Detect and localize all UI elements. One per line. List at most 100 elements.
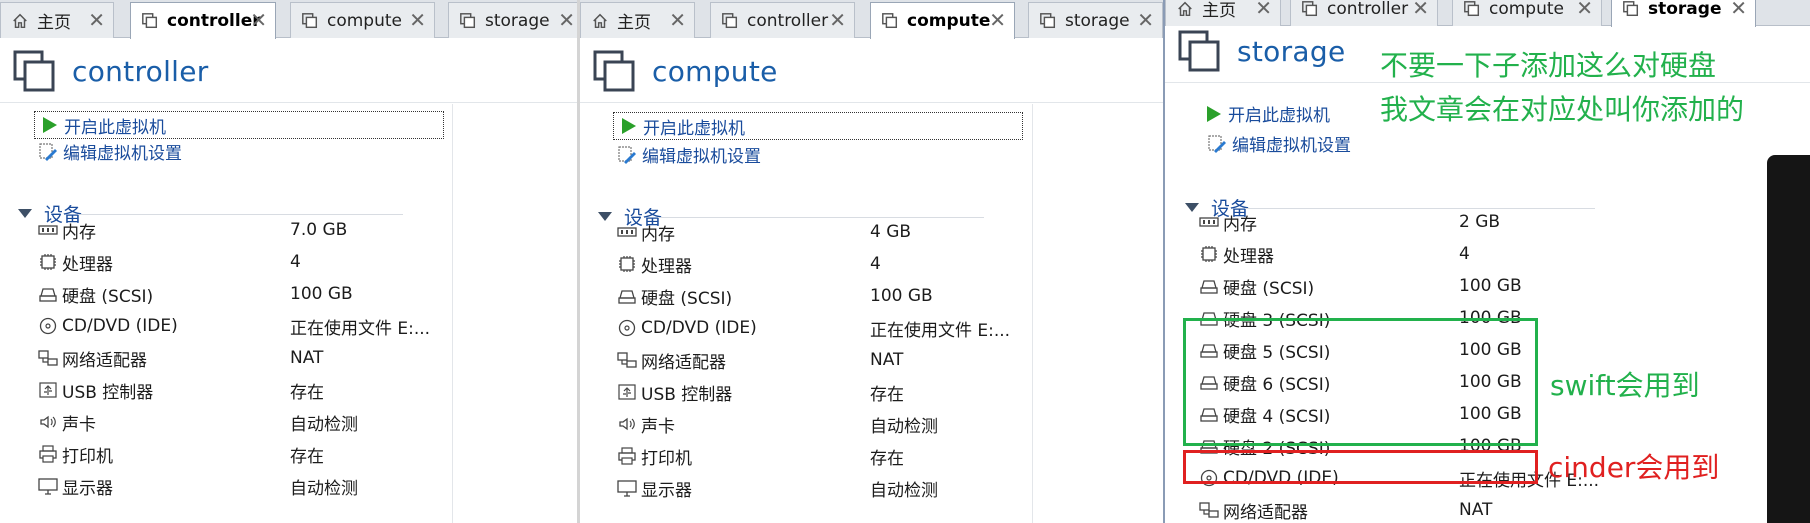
close-icon[interactable]: ✕ [829,10,846,30]
device-row[interactable]: USB 控制器 存在 [38,376,440,404]
tab-label: controller [1327,0,1409,19]
annotation-cinder: cinder会用到 [1548,451,1720,484]
power-on-button[interactable]: 开启此虚拟机 [1203,101,1330,126]
device-name: 显示器 [641,480,692,501]
vm-tab-icon [141,12,159,30]
home-icon [1176,0,1194,18]
device-name: 显示器 [62,478,113,499]
close-icon[interactable]: ✕ [1730,0,1747,18]
tab-storage[interactable]: storage ✕ [448,2,577,38]
device-row[interactable]: 处理器 4 [617,250,1020,278]
close-icon[interactable]: ✕ [88,10,105,30]
device-name: 处理器 [641,256,692,277]
device-row[interactable]: 处理器 4 [1199,240,1609,268]
close-icon[interactable]: ✕ [989,10,1006,30]
section-divider [78,214,403,215]
vm-tab-icon [721,12,739,30]
device-name: 打印机 [641,448,692,469]
device-row[interactable]: CD/DVD (IDE) 正在使用文件 E:... [617,314,1020,342]
close-icon[interactable]: ✕ [1255,0,1272,18]
vm-icon [1177,29,1221,73]
device-row[interactable]: 硬盘 (SCSI) 100 GB [1199,272,1609,300]
device-row[interactable]: 显示器 自动检测 [617,474,1020,502]
tab-label: compute [327,10,402,31]
tab-controller[interactable]: controller ✕ [130,2,276,39]
device-row[interactable]: 内存 4 GB [617,218,1020,246]
device-value: NAT [290,348,324,368]
vm-tab-icon [459,12,477,30]
device-value: 自动检测 [870,480,938,501]
device-row[interactable]: 内存 7.0 GB [38,216,440,244]
power-on-label: 开启此虚拟机 [64,117,166,138]
tab-compute[interactable]: compute ✕ [870,2,1015,39]
close-icon[interactable]: ✕ [1412,0,1429,18]
close-icon[interactable]: ✕ [558,10,575,30]
vm-title: controller [72,54,209,88]
device-name: CD/DVD (IDE) [641,318,757,338]
tab-label: storage [485,10,550,31]
edit-settings-label: 编辑虚拟机设置 [642,147,761,167]
device-name: 声卡 [641,416,675,437]
device-row[interactable]: USB 控制器 存在 [617,378,1020,406]
device-name: CD/DVD (IDE) [62,316,178,336]
vm-tab-icon [1301,0,1319,18]
memory-icon [1199,213,1219,231]
vm-tab-icon [1622,0,1640,18]
device-row[interactable]: 显示器 自动检测 [38,472,440,500]
swift-disks-highlight [1183,318,1538,446]
device-value: 100 GB [1459,276,1522,296]
power-on-label: 开启此虚拟机 [643,118,745,139]
device-row[interactable]: 声卡 自动检测 [38,408,440,436]
play-icon [618,116,638,136]
header-divider [580,102,1163,103]
home-icon [11,12,29,30]
network-icon [617,351,637,369]
home-icon [591,12,609,30]
device-row[interactable]: 网络适配器 NAT [617,346,1020,374]
edit-settings-button[interactable]: 编辑虚拟机设置 [1207,131,1351,156]
device-value: 4 [290,252,301,272]
device-row[interactable]: 声卡 自动检测 [617,410,1020,438]
close-icon[interactable]: ✕ [250,10,267,30]
printer-icon [38,445,58,463]
close-icon[interactable]: ✕ [669,10,686,30]
power-on-button[interactable]: 开启此虚拟机 [34,111,444,139]
tab-storage[interactable]: storage ✕ [1028,2,1163,38]
device-row[interactable]: 处理器 4 [38,248,440,276]
column-divider [452,104,453,523]
device-value: 存在 [290,382,324,403]
device-row[interactable]: 内存 2 GB [1199,208,1609,236]
device-row[interactable]: 网络适配器 NAT [1199,496,1609,523]
edit-settings-button[interactable]: 编辑虚拟机设置 [38,139,182,164]
device-value: 2 GB [1459,212,1501,232]
play-icon [39,115,59,135]
close-icon[interactable]: ✕ [409,10,426,30]
device-row[interactable]: 打印机 存在 [38,440,440,468]
tab-label: compute [907,11,991,31]
tab-controller[interactable]: controller ✕ [710,2,855,38]
device-value: 4 [870,254,881,274]
tab-home[interactable]: 主页 ✕ [580,2,695,38]
close-icon[interactable]: ✕ [1576,0,1593,18]
device-value: 自动检测 [290,414,358,435]
power-on-button[interactable]: 开启此虚拟机 [613,112,1023,140]
edit-settings-button[interactable]: 编辑虚拟机设置 [617,142,761,167]
device-name: 打印机 [62,446,113,467]
network-icon [1199,501,1219,519]
device-row[interactable]: 硬盘 (SCSI) 100 GB [617,282,1020,310]
tab-strip: 主页 ✕ controller ✕ compute ✕ storage ✕ [0,0,577,39]
device-row[interactable]: 打印机 存在 [617,442,1020,470]
device-row[interactable]: 网络适配器 NAT [38,344,440,372]
device-name: 硬盘 (SCSI) [1223,278,1315,299]
tab-compute[interactable]: compute ✕ [290,2,435,38]
device-value: 100 GB [870,286,933,306]
disk-icon [617,287,637,305]
tab-home[interactable]: 主页 ✕ [0,2,114,38]
device-name: 网络适配器 [1223,502,1308,523]
device-name: 内存 [62,222,96,243]
power-on-label: 开启此虚拟机 [1228,106,1330,126]
network-icon [38,349,58,367]
device-row[interactable]: 硬盘 (SCSI) 100 GB [38,280,440,308]
device-row[interactable]: CD/DVD (IDE) 正在使用文件 E:... [38,312,440,340]
close-icon[interactable]: ✕ [1137,10,1154,30]
